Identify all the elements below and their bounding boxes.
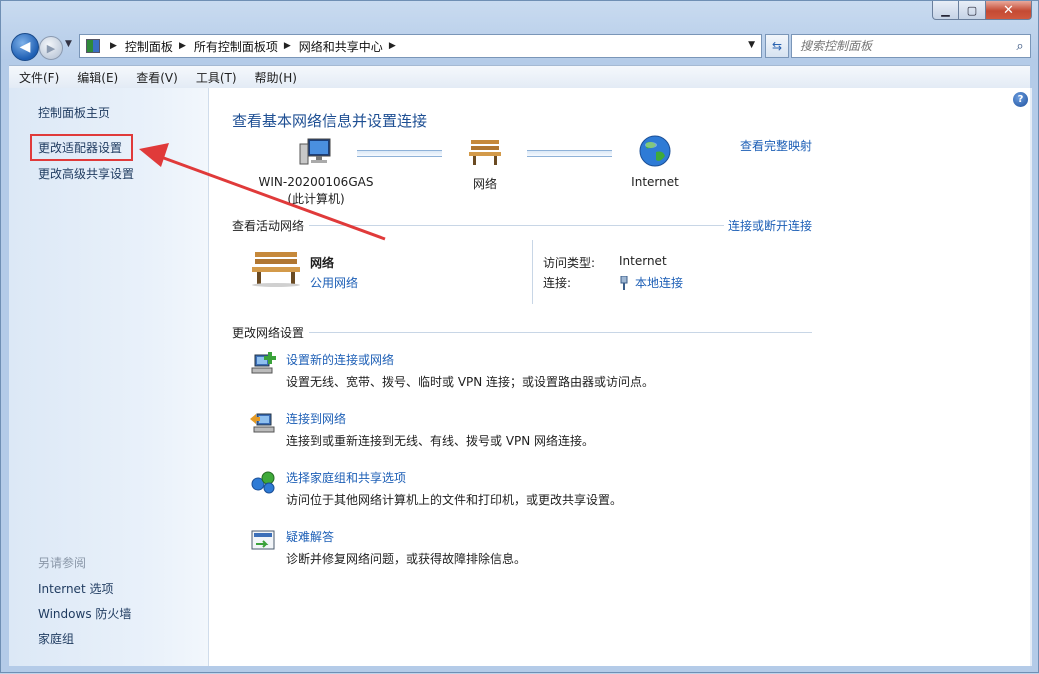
breadcrumb-item[interactable]: 控制面板 bbox=[125, 38, 173, 55]
back-button[interactable]: ◀ bbox=[11, 33, 39, 61]
task-description: 诊断并修复网络问题，或获得故障排除信息。 bbox=[286, 552, 527, 566]
network-bench-icon bbox=[252, 252, 300, 287]
local-connection-label: 本地连接 bbox=[635, 276, 684, 290]
connector-line bbox=[357, 150, 442, 157]
see-also-heading: 另请参阅 bbox=[38, 556, 87, 570]
caption-buttons: ▁ ▢ ✕ bbox=[932, 1, 1032, 20]
active-network-name: 网络 bbox=[310, 256, 335, 270]
chevron-right-icon[interactable]: ▶ bbox=[284, 41, 291, 51]
chevron-right-icon[interactable]: ▶ bbox=[179, 41, 186, 51]
close-button[interactable]: ✕ bbox=[986, 1, 1032, 20]
menu-view[interactable]: 查看(V) bbox=[126, 69, 186, 86]
troubleshoot-icon bbox=[251, 530, 275, 550]
node-internet[interactable]: Internet bbox=[619, 134, 691, 189]
full-map-link[interactable]: 查看完整映射 bbox=[740, 137, 812, 154]
vertical-divider bbox=[532, 240, 533, 304]
breadcrumb-item[interactable]: 所有控制面板项 bbox=[194, 38, 278, 55]
computer-icon bbox=[299, 138, 331, 165]
refresh-icon: ⇆ bbox=[771, 39, 783, 53]
access-type-value: Internet bbox=[619, 254, 667, 268]
task-title[interactable]: 疑难解答 bbox=[286, 528, 334, 545]
menu-file[interactable]: 文件(F) bbox=[9, 69, 67, 86]
menu-help[interactable]: 帮助(H) bbox=[245, 69, 305, 86]
main-content: ? 查看基本网络信息并设置连接 查看完整映射 WIN-20200106GAS (… bbox=[209, 88, 1032, 666]
task-title[interactable]: 连接到网络 bbox=[286, 410, 346, 427]
menu-edit[interactable]: 编辑(E) bbox=[67, 69, 126, 86]
search-input[interactable] bbox=[798, 38, 1010, 54]
node-computer-label: WIN-20200106GAS bbox=[258, 175, 374, 189]
see-also-firewall[interactable]: Windows 防火墙 bbox=[38, 605, 131, 622]
breadcrumb-item[interactable]: 网络和共享中心 bbox=[299, 38, 383, 55]
page-title: 查看基本网络信息并设置连接 bbox=[232, 112, 428, 130]
globe-icon bbox=[639, 135, 671, 167]
ethernet-icon bbox=[620, 275, 628, 290]
chevron-right-icon[interactable]: ▶ bbox=[110, 41, 117, 51]
active-networks-heading: 查看活动网络 bbox=[232, 219, 305, 233]
task-title[interactable]: 设置新的连接或网络 bbox=[286, 351, 394, 368]
refresh-button[interactable]: ⇆ bbox=[765, 34, 789, 58]
access-type-label: 访问类型: bbox=[543, 256, 596, 270]
node-network[interactable]: 网络 bbox=[449, 136, 521, 192]
sidebar: 控制面板主页 更改适配器设置 更改高级共享设置 另请参阅 Internet 选项… bbox=[9, 88, 209, 666]
sidebar-item-home[interactable]: 控制面板主页 bbox=[38, 104, 110, 121]
address-bar[interactable]: ▶ 控制面板 ▶ 所有控制面板项 ▶ 网络和共享中心 ▶ ▼ bbox=[79, 34, 762, 58]
network-type-link[interactable]: 公用网络 bbox=[310, 274, 358, 291]
search-icon[interactable]: ⌕ bbox=[1010, 39, 1030, 54]
content-edge bbox=[1030, 88, 1032, 666]
navigation-bar: ◀ ▶ ▼ ▶ 控制面板 ▶ 所有控制面板项 ▶ 网络和共享中心 ▶ ▼ ⇆ ⌕ bbox=[9, 31, 1031, 61]
task-description: 访问位于其他网络计算机上的文件和打印机，或更改共享设置。 bbox=[286, 493, 623, 507]
new-connection-icon bbox=[251, 352, 276, 374]
task-description: 设置无线、宽带、拨号、临时或 VPN 连接；或设置路由器或访问点。 bbox=[286, 375, 655, 389]
task-description: 连接到或重新连接到无线、有线、拨号或 VPN 网络连接。 bbox=[286, 434, 595, 448]
control-panel-icon bbox=[86, 39, 100, 53]
connection-label: 连接: bbox=[543, 276, 572, 290]
section-divider bbox=[309, 332, 812, 333]
connect-disconnect-link[interactable]: 连接或断开连接 bbox=[728, 217, 812, 234]
address-dropdown-icon[interactable]: ▼ bbox=[748, 40, 755, 50]
task-title[interactable]: 选择家庭组和共享选项 bbox=[286, 469, 406, 486]
bench-icon bbox=[469, 140, 501, 165]
local-connection-link[interactable]: 本地连接 bbox=[619, 274, 683, 291]
node-network-label: 网络 bbox=[472, 177, 497, 191]
node-computer[interactable]: WIN-20200106GAS (此计算机) bbox=[251, 136, 381, 207]
node-internet-label: Internet bbox=[631, 175, 679, 189]
help-icon[interactable]: ? bbox=[1013, 92, 1028, 107]
see-also-internet-options[interactable]: Internet 选项 bbox=[38, 580, 113, 597]
node-computer-sub: (此计算机) bbox=[287, 192, 345, 206]
window: ▁ ▢ ✕ ◀ ▶ ▼ ▶ 控制面板 ▶ 所有控制面板项 ▶ 网络和共享中心 ▶… bbox=[0, 0, 1039, 673]
maximize-button[interactable]: ▢ bbox=[959, 1, 986, 20]
sidebar-item-advanced-sharing[interactable]: 更改高级共享设置 bbox=[38, 165, 134, 182]
change-settings-heading: 更改网络设置 bbox=[232, 326, 305, 340]
chevron-right-icon[interactable]: ▶ bbox=[389, 41, 396, 51]
highlight-box bbox=[30, 134, 133, 161]
minimize-button[interactable]: ▁ bbox=[932, 1, 959, 20]
search-box: ⌕ bbox=[791, 34, 1031, 58]
homegroup-icon bbox=[251, 471, 275, 494]
menu-bar: 文件(F) 编辑(E) 查看(V) 工具(T) 帮助(H) bbox=[9, 65, 1030, 89]
back-arrow-icon: ◀ bbox=[19, 39, 31, 55]
forward-button[interactable]: ▶ bbox=[39, 36, 63, 60]
history-dropdown-icon[interactable]: ▼ bbox=[65, 39, 72, 49]
forward-arrow-icon: ▶ bbox=[46, 41, 56, 55]
section-divider bbox=[309, 225, 724, 226]
see-also-homegroup[interactable]: 家庭组 bbox=[38, 630, 74, 647]
connect-network-icon bbox=[250, 413, 275, 433]
menu-tools[interactable]: 工具(T) bbox=[186, 69, 245, 86]
breadcrumb: ▶ 控制面板 ▶ 所有控制面板项 ▶ 网络和共享中心 ▶ bbox=[104, 38, 404, 55]
connector-line bbox=[527, 150, 612, 157]
